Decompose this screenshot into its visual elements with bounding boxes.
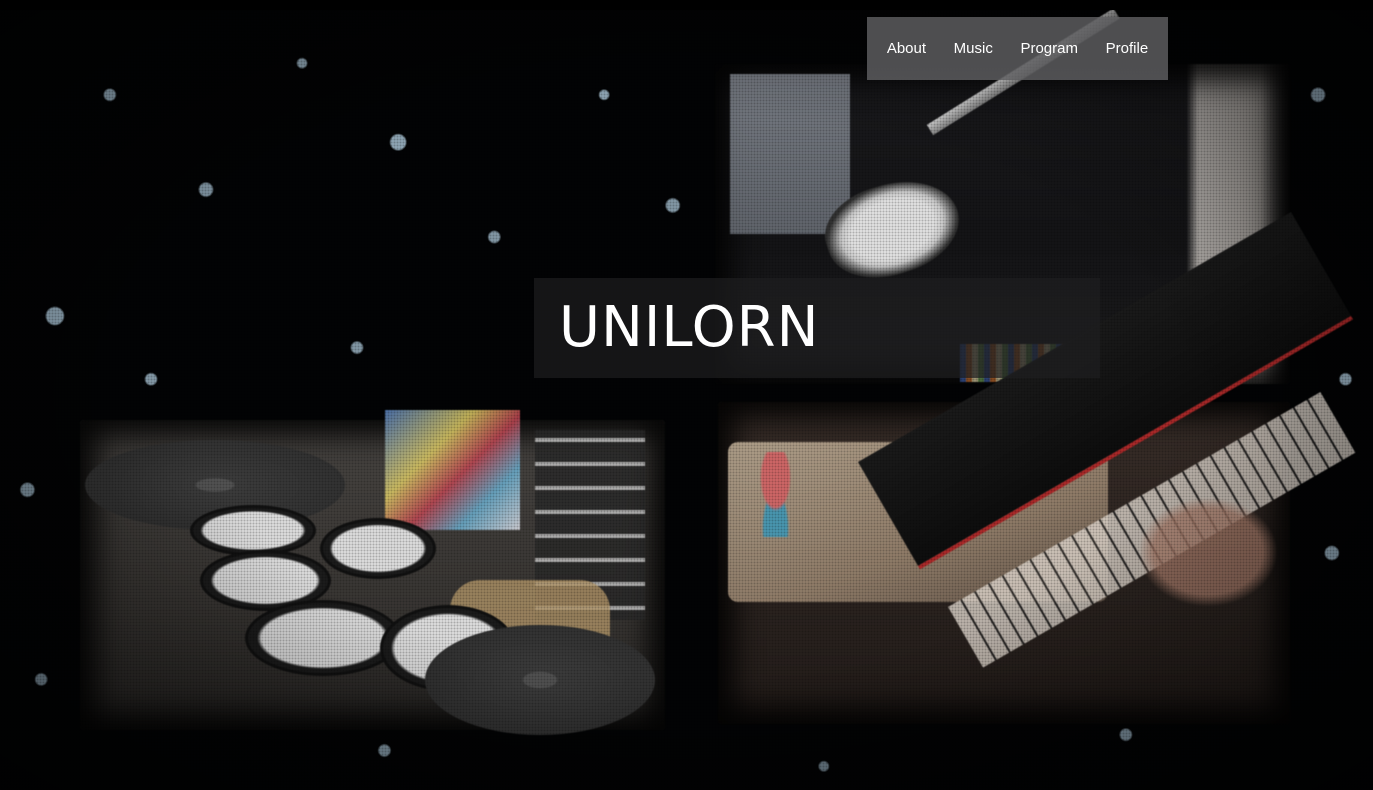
title-band: UNILORN <box>534 278 1100 378</box>
nav-item-about[interactable]: About <box>885 34 928 63</box>
piano-performance-still <box>718 212 1356 724</box>
site-title: UNILORN <box>559 295 820 360</box>
nav-item-profile[interactable]: Profile <box>1104 34 1151 63</box>
page: UNILORN About Music Program Profile <box>0 0 1373 790</box>
hero-background <box>0 0 1373 790</box>
main-nav: About Music Program Profile <box>867 17 1168 80</box>
drum-performance-still <box>80 410 665 735</box>
nav-item-program[interactable]: Program <box>1018 34 1080 63</box>
nav-item-music[interactable]: Music <box>952 34 995 63</box>
